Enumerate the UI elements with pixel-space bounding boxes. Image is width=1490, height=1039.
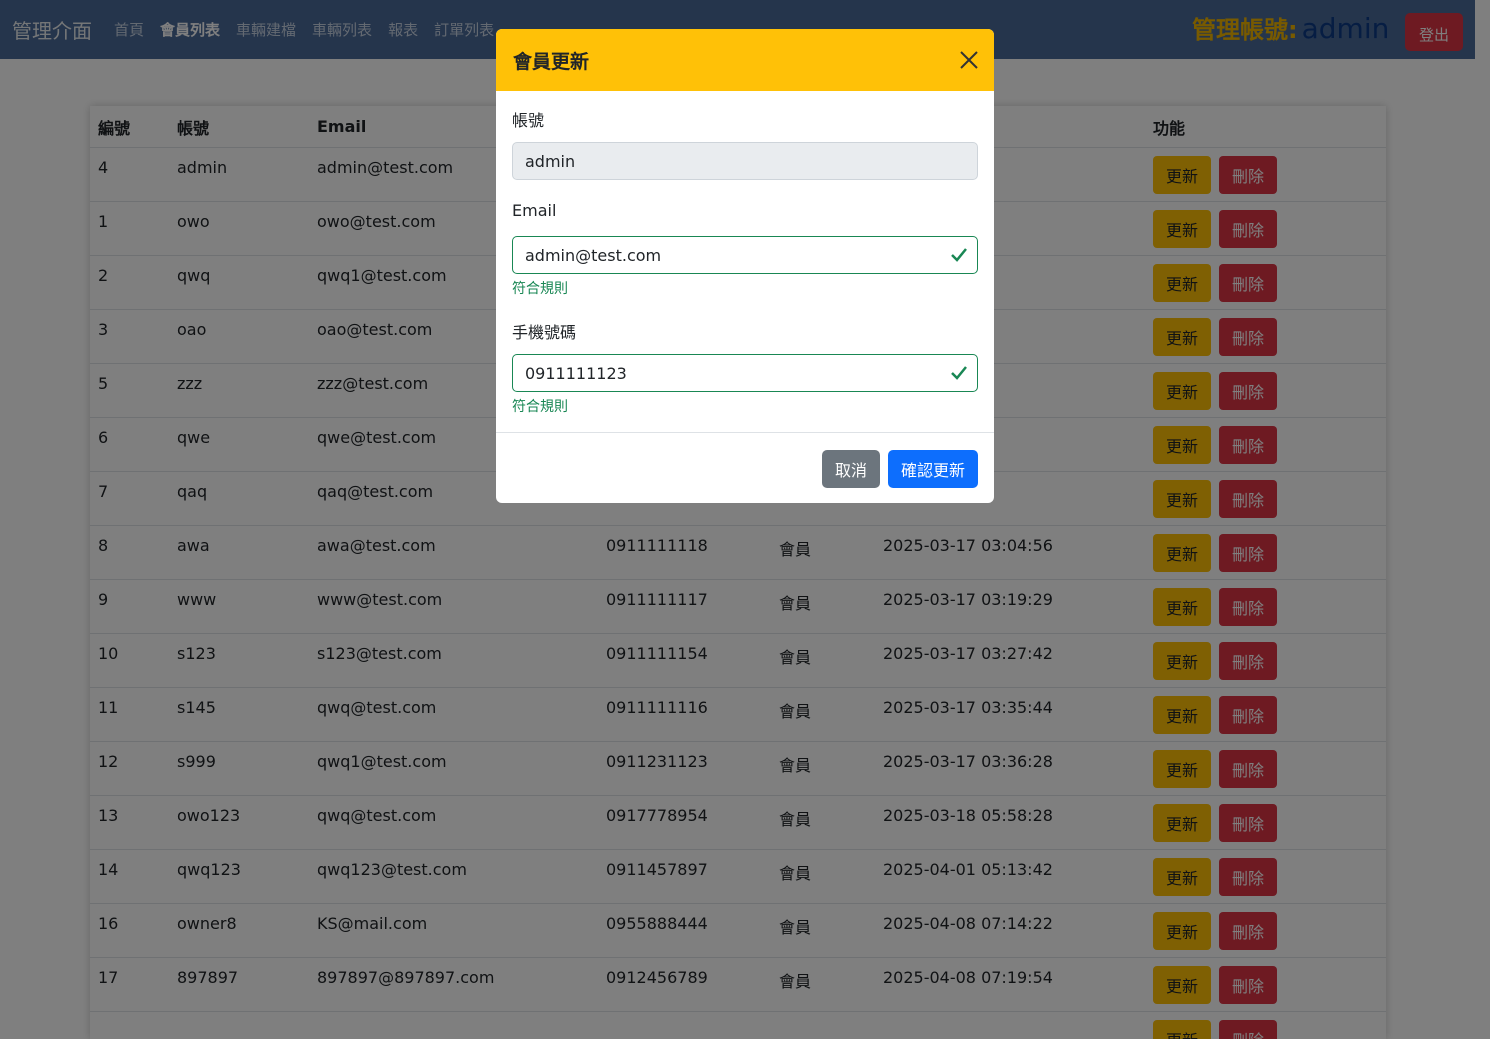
check-icon <box>950 246 968 264</box>
modal-title: 會員更新 <box>513 50 590 73</box>
email-group: Email admin@test.com 符合規則 <box>512 201 978 299</box>
email-value: admin@test.com <box>525 245 662 265</box>
account-field: admin <box>512 142 978 180</box>
member-update-modal: 會員更新 帳號 admin Email admin@test.com 符合規則 … <box>496 29 994 503</box>
email-label: Email <box>512 201 557 220</box>
phone-group: 手機號碼 0911111123 符合規則 <box>512 319 978 417</box>
confirm-update-button[interactable]: 確認更新 <box>888 450 978 488</box>
check-icon <box>950 364 968 382</box>
cancel-button[interactable]: 取消 <box>822 450 880 488</box>
account-group: 帳號 admin <box>512 107 978 180</box>
modal-header: 會員更新 <box>496 29 994 91</box>
email-valid-feedback: 符合規則 <box>512 281 568 297</box>
modal-body: 帳號 admin Email admin@test.com 符合規則 手機號碼 … <box>496 91 994 417</box>
phone-label: 手機號碼 <box>512 323 577 342</box>
account-value: admin <box>525 151 576 171</box>
account-label: 帳號 <box>512 111 545 130</box>
close-icon[interactable] <box>958 49 980 71</box>
modal-footer: 取消 確認更新 <box>496 432 994 503</box>
phone-input[interactable]: 0911111123 <box>512 354 978 392</box>
phone-valid-feedback: 符合規則 <box>512 399 568 415</box>
phone-value: 0911111123 <box>525 363 627 383</box>
email-input[interactable]: admin@test.com <box>512 236 978 274</box>
